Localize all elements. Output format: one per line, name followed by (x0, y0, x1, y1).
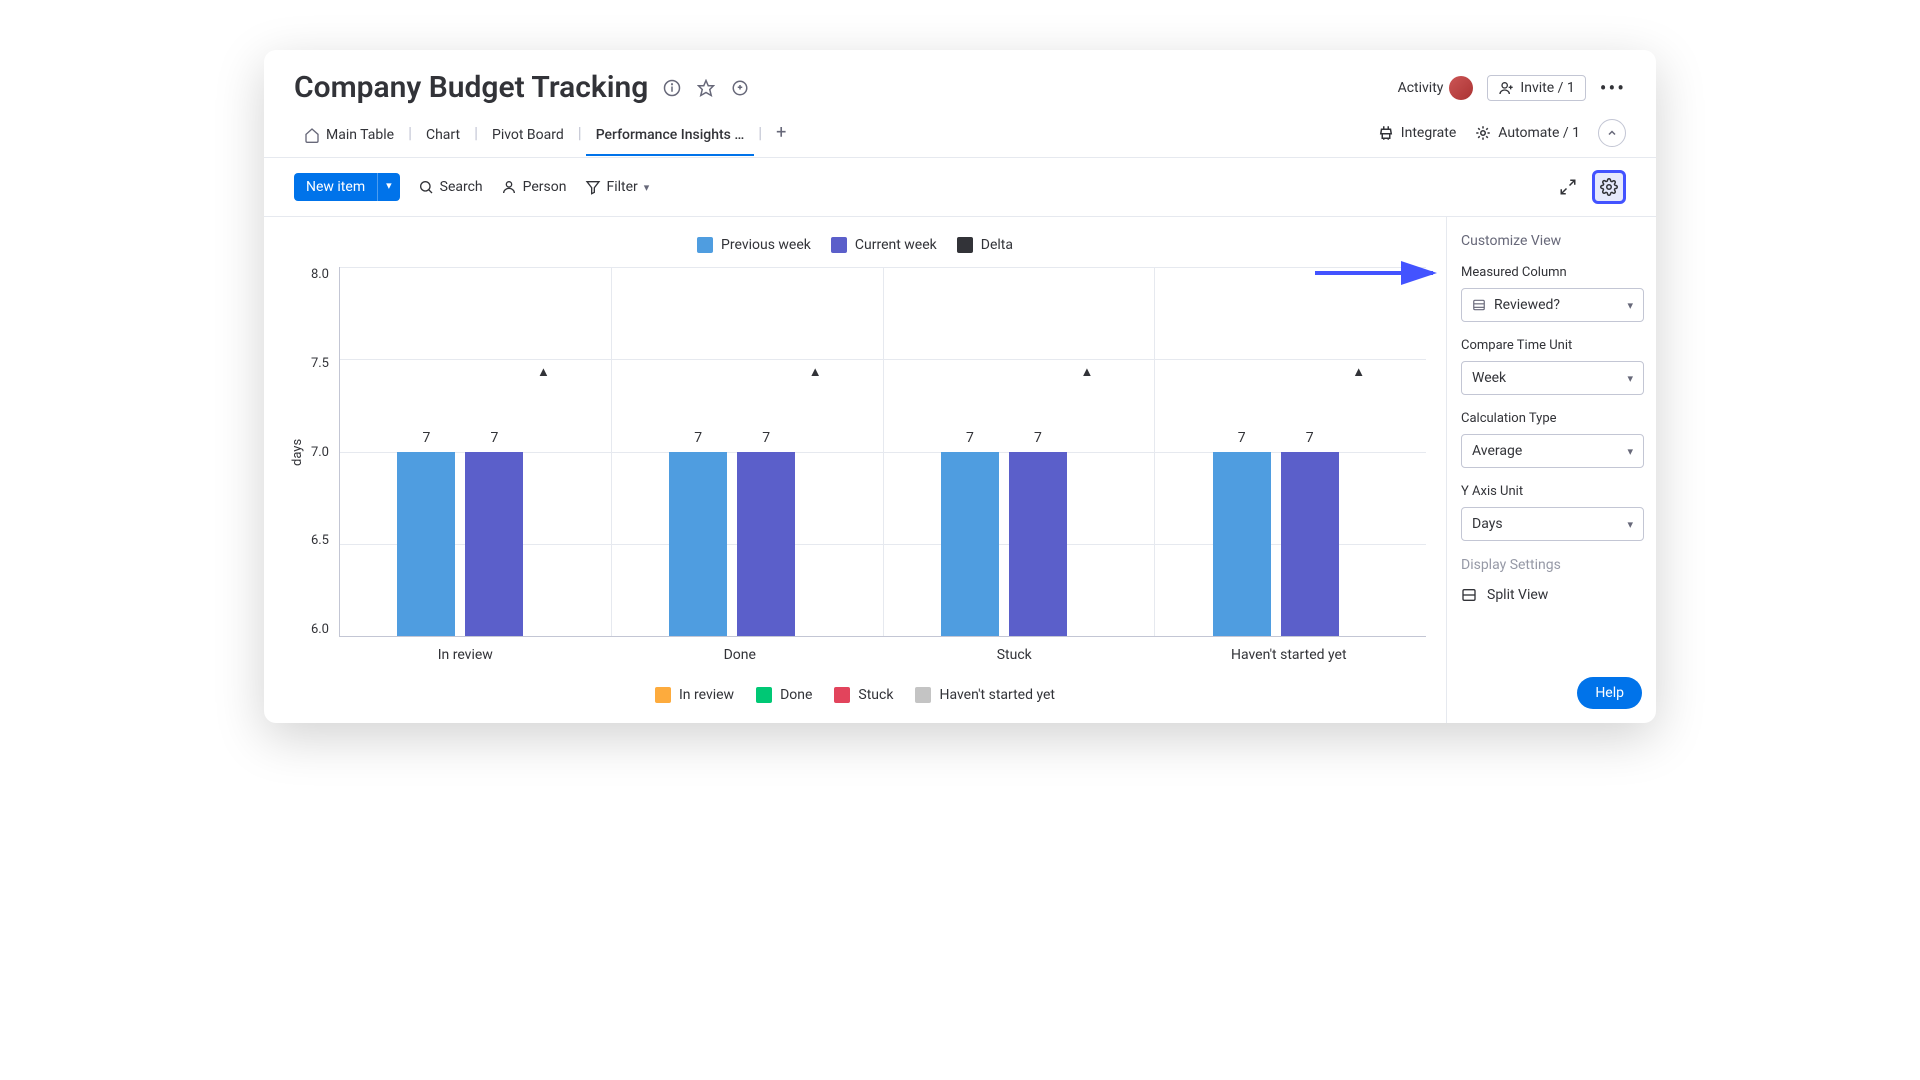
bar-group-stuck: 7 7 ▲ (884, 267, 1156, 636)
chevron-up-icon (1606, 127, 1618, 139)
bar-curr[interactable]: 7 (465, 452, 523, 637)
chevron-down-icon: ▾ (1627, 518, 1633, 531)
tab-chart[interactable]: Chart (416, 121, 470, 155)
swatch-curr (831, 237, 847, 253)
delta-marker: ▲ (533, 364, 553, 380)
chart-plot: 7 7 ▲ 7 7 ▲ 7 7 ▲ 7 (339, 267, 1426, 637)
delta-marker: ▲ (805, 364, 825, 380)
search-icon (418, 179, 434, 195)
new-item-dropdown[interactable]: ▾ (377, 173, 400, 201)
add-tab-button[interactable]: + (766, 122, 796, 155)
invite-label: Invite / 1 (1520, 80, 1574, 96)
fullscreen-button[interactable] (1554, 173, 1582, 201)
search-button[interactable]: Search (418, 179, 483, 195)
new-item-button[interactable]: New item ▾ (294, 173, 400, 201)
bar-curr[interactable]: 7 (737, 452, 795, 637)
display-settings-label: Display Settings (1461, 557, 1644, 573)
info-icon[interactable] (662, 78, 682, 98)
activity-link[interactable]: Activity (1398, 76, 1474, 100)
chevron-down-icon: ▾ (1627, 299, 1633, 312)
chevron-down-icon: ▾ (1627, 372, 1633, 385)
delta-marker: ▲ (1077, 364, 1097, 380)
collapse-button[interactable] (1598, 119, 1626, 147)
bar-group-done: 7 7 ▲ (612, 267, 884, 636)
help-button[interactable]: Help (1577, 677, 1642, 709)
yaxis-unit-label: Y Axis Unit (1461, 484, 1644, 499)
activity-label: Activity (1398, 80, 1444, 96)
y-ticks: 8.0 7.5 7.0 6.5 6.0 (305, 267, 339, 637)
tab-pivot-board[interactable]: Pivot Board (482, 121, 574, 155)
customize-title: Customize View (1461, 233, 1644, 249)
measured-column-label: Measured Column (1461, 265, 1644, 280)
calc-type-label: Calculation Type (1461, 411, 1644, 426)
bar-group-havent-started: 7 7 ▲ (1155, 267, 1426, 636)
measured-column-select[interactable]: Reviewed? ▾ (1461, 288, 1644, 322)
star-icon[interactable] (696, 78, 716, 98)
compare-time-select[interactable]: Week ▾ (1461, 361, 1644, 395)
more-menu-icon[interactable]: ••• (1600, 76, 1626, 100)
automate-icon (1474, 124, 1492, 142)
bar-curr[interactable]: 7 (1281, 452, 1339, 637)
swatch-delta (957, 237, 973, 253)
filter-icon (585, 179, 601, 195)
yaxis-unit-select[interactable]: Days ▾ (1461, 507, 1644, 541)
legend-series: Previous week Current week Delta (284, 231, 1426, 267)
tab-main-table[interactable]: Main Table (294, 121, 404, 155)
chevron-down-icon: ▾ (644, 181, 650, 194)
home-icon (304, 127, 320, 143)
bar-prev[interactable]: 7 (669, 452, 727, 637)
annotation-arrow (1315, 263, 1445, 283)
chart-area: Previous week Current week Delta days 8.… (264, 217, 1446, 723)
x-axis-labels: In review Done Stuck Haven't started yet (328, 637, 1426, 663)
y-axis-label: days (284, 402, 305, 502)
customize-panel: Customize View Measured Column Reviewed?… (1446, 217, 1656, 723)
gear-icon (1600, 178, 1618, 196)
chat-icon[interactable] (730, 78, 750, 98)
automate-button[interactable]: Automate / 1 (1474, 124, 1580, 142)
board-card: Company Budget Tracking Activity Invite … (264, 50, 1656, 723)
toolbar: New item ▾ Search Person Filter ▾ (264, 158, 1656, 217)
bar-prev[interactable]: 7 (1213, 452, 1271, 637)
person-filter-button[interactable]: Person (501, 179, 567, 195)
bar-prev[interactable]: 7 (941, 452, 999, 637)
bar-curr[interactable]: 7 (1009, 452, 1067, 637)
bar-prev[interactable]: 7 (397, 452, 455, 637)
filter-button[interactable]: Filter ▾ (585, 179, 650, 195)
board-title: Company Budget Tracking (294, 70, 648, 105)
chevron-down-icon: ▾ (1627, 445, 1633, 458)
column-icon (1472, 298, 1486, 312)
compare-time-label: Compare Time Unit (1461, 338, 1644, 353)
calc-type-select[interactable]: Average ▾ (1461, 434, 1644, 468)
person-icon (501, 179, 517, 195)
invite-button[interactable]: Invite / 1 (1487, 75, 1585, 101)
tabs-row: Main Table | Chart | Pivot Board | Perfo… (264, 105, 1656, 158)
header: Company Budget Tracking Activity Invite … (264, 50, 1656, 105)
integrate-icon (1377, 124, 1395, 142)
tab-performance-insights[interactable]: Performance Insights … (586, 121, 755, 155)
legend-status: In review Done Stuck Haven't started yet (284, 663, 1426, 703)
swatch-prev (697, 237, 713, 253)
bar-group-in-review: 7 7 ▲ (340, 267, 612, 636)
settings-button[interactable] (1592, 170, 1626, 204)
avatar (1449, 76, 1473, 100)
delta-marker: ▲ (1349, 364, 1369, 380)
expand-icon (1559, 178, 1577, 196)
split-view-toggle[interactable]: Split View (1461, 587, 1644, 603)
integrate-button[interactable]: Integrate (1377, 124, 1457, 142)
split-icon (1461, 587, 1477, 603)
